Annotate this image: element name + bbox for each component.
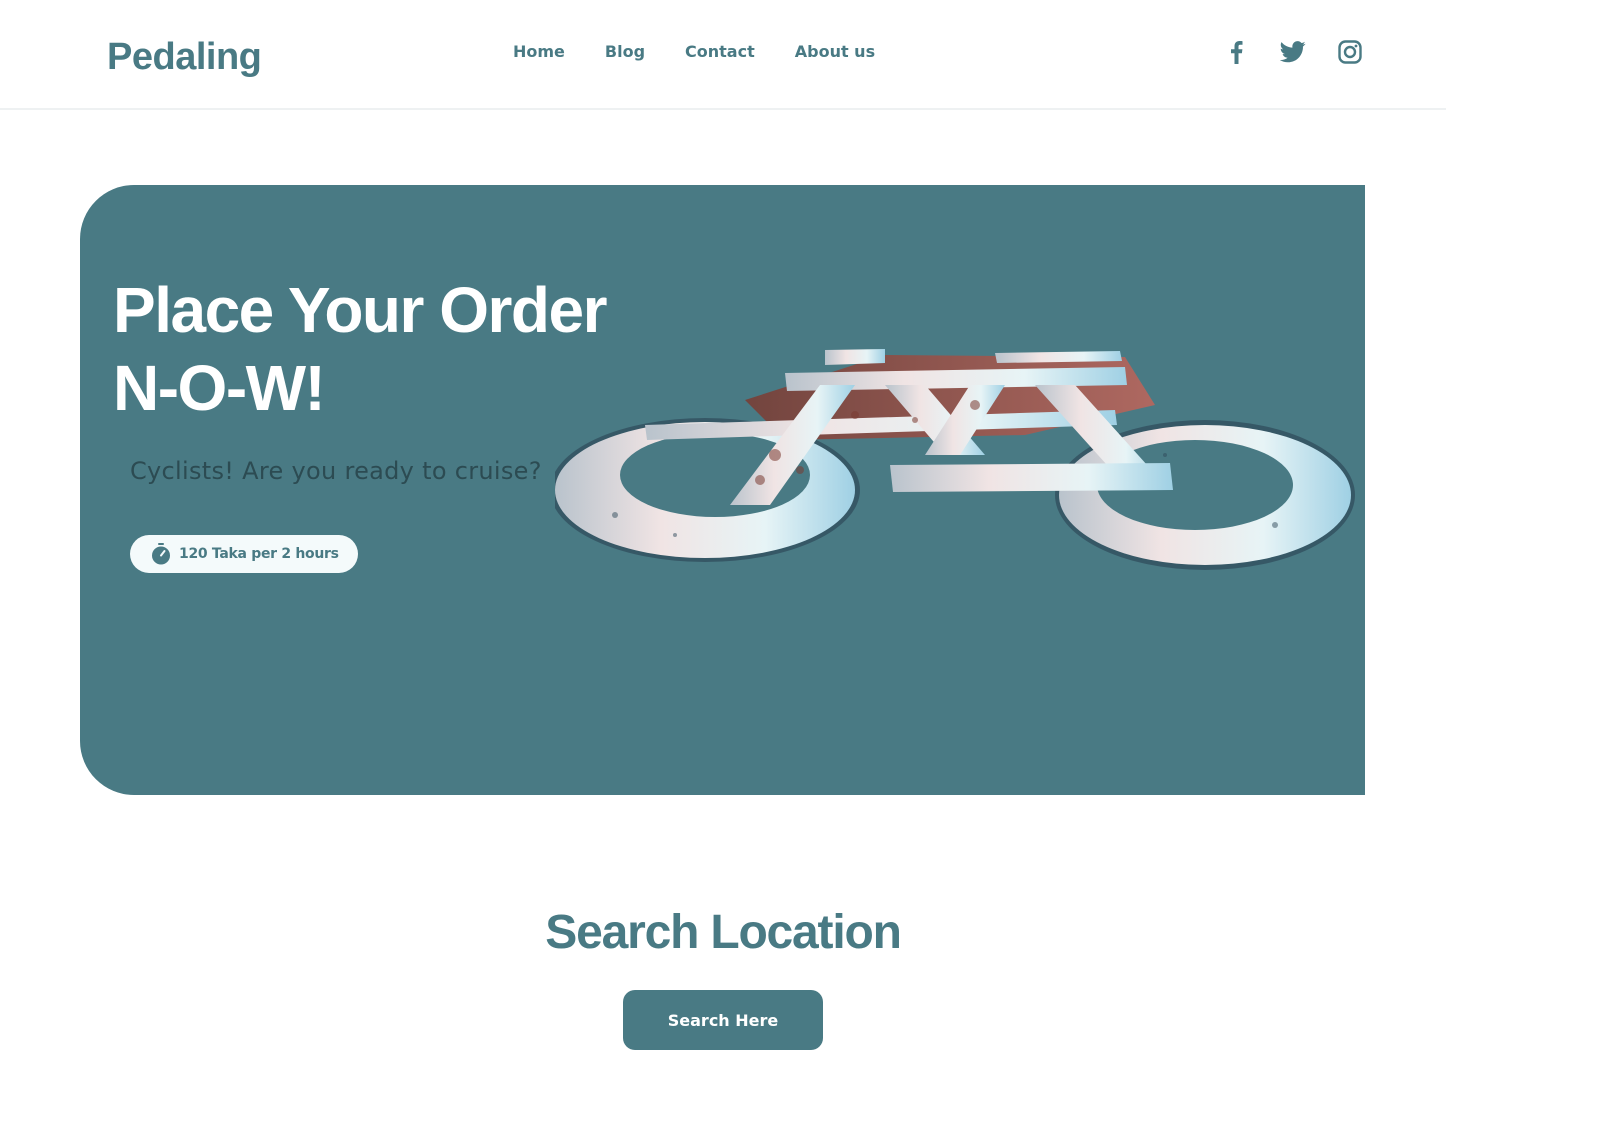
- social-links: [1222, 38, 1364, 66]
- bicycle-road-marking-image: [555, 349, 1355, 570]
- nav-home[interactable]: Home: [513, 42, 565, 61]
- search-here-button[interactable]: Search Here: [623, 990, 823, 1050]
- price-label: 120 Taka per 2 hours: [179, 546, 339, 562]
- hero-title-line-2: N-O-W!: [113, 352, 326, 424]
- main-nav: Home Blog Contact About us: [513, 42, 915, 61]
- search-location-title: Search Location: [545, 906, 902, 959]
- hero-subtitle: Cyclists! Are you ready to cruise?: [130, 457, 542, 485]
- site-header: Pedaling Home Blog Contact About us: [0, 0, 1446, 110]
- hero-title-line-1: Place Your Order: [113, 274, 607, 346]
- hero-title: Place Your Order N-O-W!: [113, 271, 607, 427]
- price-badge: 120 Taka per 2 hours: [130, 535, 358, 573]
- nav-blog[interactable]: Blog: [605, 42, 645, 61]
- hero-banner: Place Your Order N-O-W! Cyclists! Are yo…: [80, 185, 1365, 795]
- stopwatch-icon: [152, 543, 170, 565]
- facebook-icon[interactable]: [1222, 38, 1250, 66]
- nav-about-us[interactable]: About us: [795, 42, 875, 61]
- twitter-icon[interactable]: [1279, 38, 1307, 66]
- instagram-icon[interactable]: [1336, 38, 1364, 66]
- nav-contact[interactable]: Contact: [685, 42, 755, 61]
- logo[interactable]: Pedaling: [107, 36, 262, 79]
